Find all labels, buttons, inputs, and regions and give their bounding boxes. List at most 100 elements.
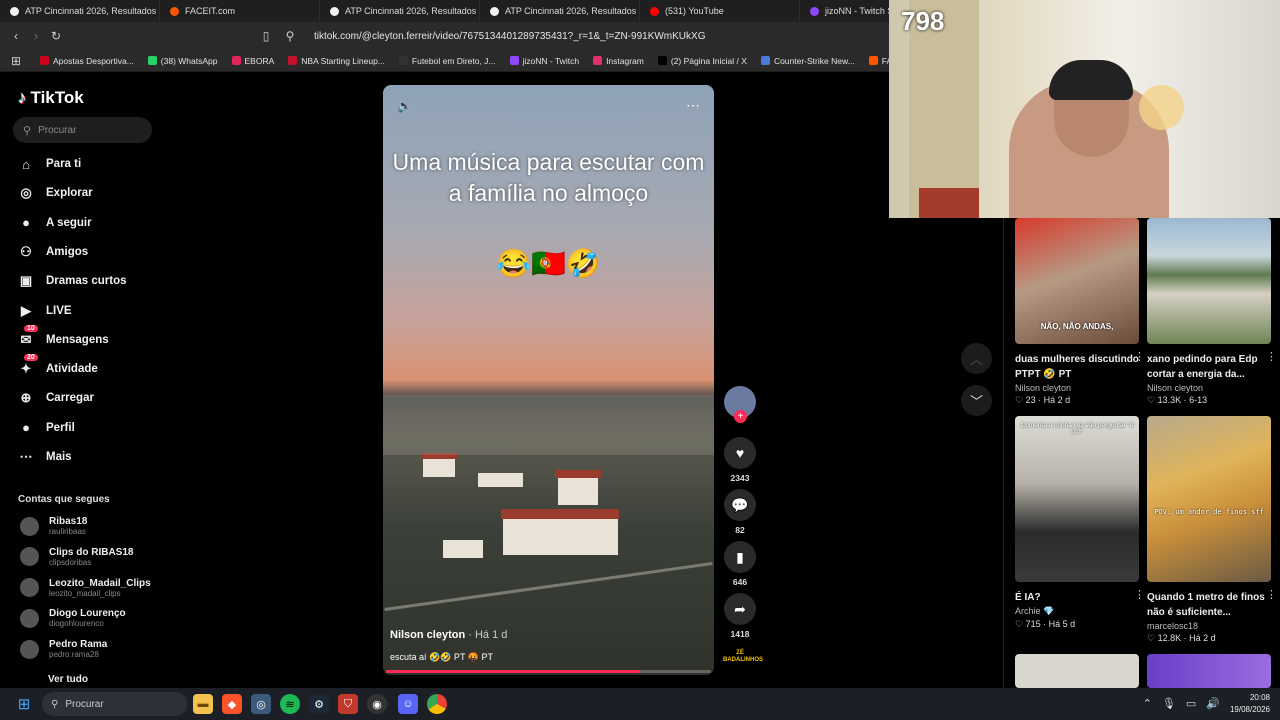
- video-card[interactable]: POV: um andor de finos sff Quando 1 metr…: [1147, 416, 1277, 644]
- brave-browser-icon[interactable]: ◆: [222, 694, 242, 714]
- video-card[interactable]: xano pedindo para Edp cortar a energia d…: [1147, 218, 1277, 406]
- bookmark-item[interactable]: NBA Starting Lineup...: [288, 56, 385, 66]
- share-button[interactable]: ➦ 1418: [723, 593, 757, 639]
- share-count: 1418: [730, 629, 750, 639]
- back-icon[interactable]: ‹: [6, 29, 26, 43]
- browser-tab[interactable]: ATP Cincinnati 2026, Resultados de: [480, 0, 640, 22]
- sidebar-item-mais[interactable]: ⋯ Mais: [18, 449, 72, 465]
- friends-icon: ⚇: [20, 243, 32, 259]
- sidebar-item-dramas-curtos[interactable]: ▣ Dramas curtos: [18, 273, 127, 289]
- lamp: [1139, 85, 1184, 130]
- system-tray: ⌃ 🎙 ▭ 🔊: [1143, 697, 1220, 710]
- tiktok-note-icon: ♪: [18, 88, 27, 107]
- bookmark-item[interactable]: (38) WhatsApp: [147, 56, 218, 66]
- sidebar-item-para-ti[interactable]: ⌂ Para ti: [18, 156, 81, 172]
- sidebar-item-a-seguir[interactable]: ● A seguir: [18, 215, 92, 231]
- bookmark-item[interactable]: EBORA: [231, 56, 274, 66]
- apps-icon[interactable]: ⊞: [6, 54, 26, 68]
- bookmark-favicon-icon: [868, 56, 878, 65]
- next-video-button[interactable]: ﹀: [961, 385, 992, 416]
- taskbar-clock[interactable]: 20:08 19/08/2026: [1230, 692, 1270, 716]
- save-button[interactable]: ▮ 646: [723, 541, 757, 587]
- following-account[interactable]: Clips do RIBAS18 clipsdoribas: [20, 547, 133, 567]
- bookmark-item[interactable]: Counter-Strike New...: [760, 56, 855, 66]
- chevron-up-icon[interactable]: ⌃: [1143, 697, 1152, 710]
- avatar: [20, 547, 39, 567]
- video-thumbnail: POV: um andor de finos sff: [1147, 416, 1271, 582]
- more-options-icon[interactable]: ⋯: [686, 97, 700, 114]
- previous-video-button[interactable]: ︿: [961, 343, 992, 374]
- microphone-icon[interactable]: 🎙: [1162, 697, 1176, 710]
- bookmark-item[interactable]: Instagram: [593, 56, 644, 66]
- card-menu-icon[interactable]: ⋮: [1266, 350, 1277, 363]
- video-card[interactable]: [1015, 654, 1139, 688]
- bookmark-item[interactable]: (2) Página Inicial / X: [657, 56, 747, 66]
- bookmark-icon[interactable]: ▯: [256, 29, 276, 43]
- following-account[interactable]: Leozito_Madail_Clips leozito_madail_clips: [20, 578, 151, 598]
- bookmark-favicon-icon: [40, 56, 49, 65]
- video-thumbnail: [1015, 654, 1139, 688]
- browser-tab[interactable]: ATP Cincinnati 2026, Resultados de: [0, 0, 160, 22]
- site-info-icon[interactable]: ⚲: [280, 29, 300, 43]
- browser-tab[interactable]: FACEIT.com: [160, 0, 320, 22]
- video-author[interactable]: Nilson cleyton · Há 1 d: [390, 629, 507, 641]
- sidebar-item-amigos[interactable]: ⚇ Amigos: [18, 244, 88, 260]
- steam-icon[interactable]: ⚙: [309, 694, 329, 714]
- chevron-down-icon: ﹀: [969, 394, 983, 409]
- like-button[interactable]: ♥ 2343: [723, 437, 757, 483]
- card-menu-icon[interactable]: ⋮: [1134, 350, 1145, 363]
- bookmark-item[interactable]: Apostas Desportiva...: [40, 56, 134, 66]
- sidebar-item-perfil[interactable]: ● Perfil: [18, 420, 75, 436]
- spotify-icon[interactable]: ≋: [280, 694, 300, 714]
- bookmark-item[interactable]: jizoNN - Twitch: [509, 56, 579, 66]
- avatar: [20, 516, 39, 536]
- card-menu-icon[interactable]: ⋮: [1134, 588, 1145, 601]
- bookmark-item[interactable]: Futebol em Direto, J...: [398, 56, 496, 66]
- file-explorer-icon[interactable]: ▬: [193, 694, 213, 714]
- upload-icon: ⊕: [20, 390, 32, 406]
- tab-favicon-icon: [170, 6, 179, 16]
- headset-icon: [1049, 60, 1133, 100]
- shield-app-icon[interactable]: ⛉: [338, 694, 358, 714]
- follow-plus-icon[interactable]: +: [734, 410, 747, 423]
- network-icon[interactable]: ▭: [1186, 697, 1196, 710]
- music-badge[interactable]: ZÉ BADALINHOS: [723, 650, 763, 664]
- url-field[interactable]: tiktok.com/@cleyton.ferreir/video/767513…: [314, 31, 705, 42]
- author-avatar-button[interactable]: +: [723, 386, 757, 423]
- video-card[interactable]: [1147, 654, 1271, 688]
- discord-icon[interactable]: ☺: [398, 694, 418, 714]
- windows-start-icon[interactable]: ⊞: [14, 694, 34, 714]
- video-card[interactable]: Comenta a minha vez vão perguntar "é IA?…: [1015, 416, 1145, 630]
- volume-icon[interactable]: 🔊: [1206, 697, 1220, 710]
- viewer-count: 798: [901, 6, 945, 36]
- tab-favicon-icon: [650, 6, 659, 16]
- following-account[interactable]: Diogo Lourenço diogohlourenco: [20, 608, 126, 628]
- card-menu-icon[interactable]: ⋮: [1266, 588, 1277, 601]
- tiktok-logo[interactable]: ♪ TikTok: [18, 88, 84, 108]
- see-all-link[interactable]: Ver tudo: [48, 674, 88, 685]
- volume-icon[interactable]: 🔈: [397, 99, 412, 113]
- obs-icon[interactable]: ◉: [367, 694, 387, 714]
- video-card[interactable]: NÃO, NÃO ANDAS, duas mulheres discutindo…: [1015, 218, 1145, 406]
- following-account[interactable]: Pedro Rama pedro.rama28: [20, 639, 107, 659]
- app-icon[interactable]: ◎: [251, 694, 271, 714]
- chrome-icon[interactable]: [427, 694, 447, 714]
- reload-icon[interactable]: ↻: [46, 29, 66, 43]
- profile-icon: ●: [22, 420, 30, 436]
- taskbar-search[interactable]: ⚲ Procurar: [42, 692, 187, 716]
- search-input[interactable]: ⚲ Procurar: [13, 117, 152, 143]
- video-emojis: 😂🇵🇹🤣: [496, 248, 601, 279]
- bookmark-favicon-icon: [398, 56, 408, 65]
- forward-icon[interactable]: ›: [26, 29, 46, 43]
- video-player[interactable]: 🔈 ⋯ Uma música para escutar com a famíli…: [383, 85, 714, 675]
- sidebar-item-atividade[interactable]: ✦ 20 Atividade: [18, 354, 98, 377]
- dramas-icon: ▣: [19, 273, 33, 289]
- sidebar-item-live[interactable]: ▶ LIVE: [18, 303, 72, 319]
- sidebar-item-explorar[interactable]: ◎ Explorar: [18, 185, 92, 201]
- following-account[interactable]: Ribas18 rauliribaas: [20, 516, 87, 536]
- sidebar-item-carregar[interactable]: ⊕ Carregar: [18, 390, 94, 406]
- browser-tab[interactable]: ATP Cincinnati 2026, Resultados de: [320, 0, 480, 22]
- comment-button[interactable]: 💬 82: [723, 489, 757, 535]
- browser-tab[interactable]: (531) YouTube: [640, 0, 800, 22]
- sidebar-item-mensagens[interactable]: ✉ 10 Mensagens: [18, 324, 109, 348]
